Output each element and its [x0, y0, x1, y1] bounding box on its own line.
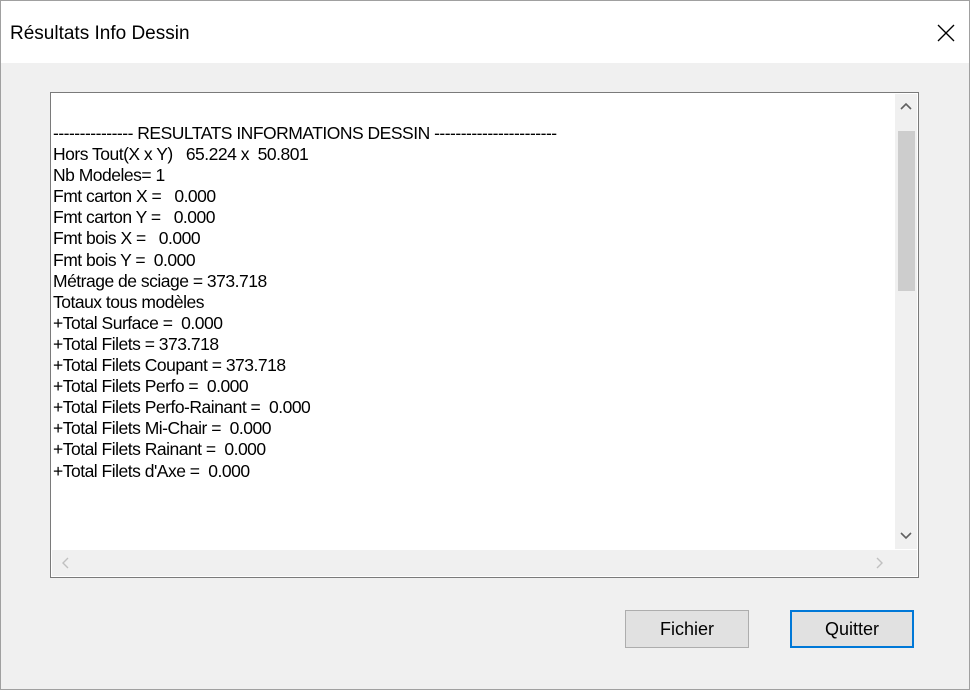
results-text-box[interactable]: --------------- RESULTATS INFORMATIONS D…: [50, 92, 919, 578]
vertical-scrollbar[interactable]: [895, 94, 917, 549]
horizontal-scrollbar[interactable]: [52, 550, 895, 576]
result-line: --------------- RESULTATS INFORMATIONS D…: [53, 123, 557, 143]
dialog-window: Résultats Info Dessin --------------- RE…: [0, 0, 970, 690]
file-button[interactable]: Fichier: [625, 610, 749, 648]
scrollbar-corner: [895, 550, 917, 576]
result-line: Métrage de sciage = 373.718: [53, 270, 267, 291]
scroll-right-button[interactable]: [869, 550, 891, 576]
chevron-right-icon: [876, 557, 883, 569]
result-line: +Total Filets Rainant = 0.000: [53, 439, 266, 460]
result-line: Hors Tout(X x Y) 65.224 x 50.801: [53, 144, 309, 165]
result-line: +Total Filets Mi-Chair = 0.000: [53, 418, 271, 439]
result-line: Fmt carton X = 0.000: [53, 186, 216, 207]
quit-button[interactable]: Quitter: [790, 610, 914, 648]
result-line: Fmt bois Y = 0.000: [53, 249, 196, 270]
result-line: +Total Filets = 373.718: [53, 333, 219, 354]
scrollbar-thumb[interactable]: [898, 131, 915, 291]
result-line: +Total Filets Perfo-Rainant = 0.000: [53, 397, 311, 418]
result-line: Nb Modeles= 1: [53, 165, 165, 186]
result-line: Totaux tous modèles: [53, 291, 205, 312]
results-text[interactable]: --------------- RESULTATS INFORMATIONS D…: [53, 123, 893, 548]
result-line: +Total Surface = 0.000: [53, 312, 223, 333]
scroll-up-button[interactable]: [895, 96, 917, 116]
window-title: Résultats Info Dessin: [10, 23, 190, 44]
chevron-left-icon: [62, 557, 69, 569]
result-line: +Total Filets Perfo = 0.000: [53, 376, 249, 397]
chevron-up-icon: [900, 102, 912, 110]
close-icon: [937, 24, 955, 42]
close-button[interactable]: [923, 11, 969, 55]
result-line: +Total Filets Coupant = 373.718: [53, 355, 286, 376]
chevron-down-icon: [900, 532, 912, 540]
result-line: +Total Filets d'Axe = 0.000: [53, 460, 250, 481]
scroll-left-button[interactable]: [54, 550, 76, 576]
result-line: Fmt carton Y = 0.000: [53, 207, 216, 228]
result-line: Fmt bois X = 0.000: [53, 228, 201, 249]
scroll-down-button[interactable]: [895, 526, 917, 546]
title-bar: Résultats Info Dessin: [1, 1, 969, 63]
